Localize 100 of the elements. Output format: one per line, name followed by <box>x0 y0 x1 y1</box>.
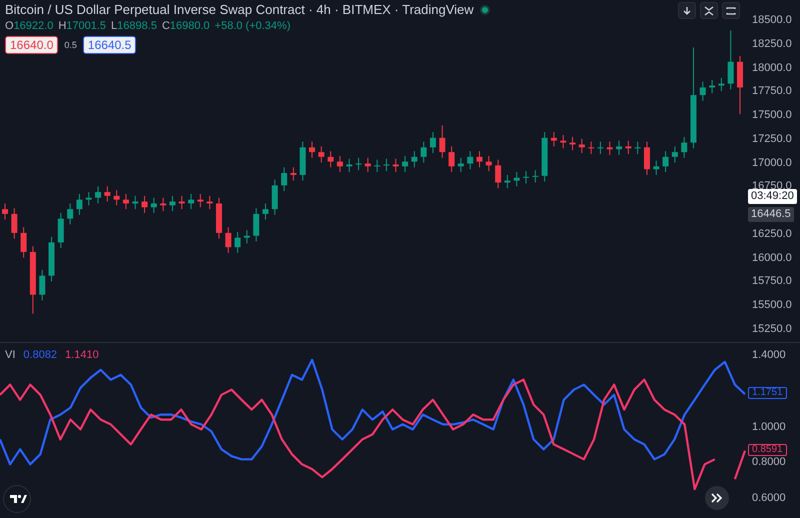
candle <box>644 141 650 176</box>
axis-label: 0.6000 <box>752 492 786 504</box>
candle <box>439 124 446 158</box>
candle <box>392 158 399 173</box>
axis-label: 0.8000 <box>752 456 786 468</box>
candle <box>328 150 334 168</box>
candle <box>709 79 716 94</box>
axis-label: 18000.0 <box>752 62 792 74</box>
scroll-button[interactable] <box>705 486 729 510</box>
candle <box>95 186 102 204</box>
candle <box>356 157 362 171</box>
candle <box>486 155 492 172</box>
ohlc-label: L <box>111 20 118 32</box>
candle <box>402 155 408 173</box>
candle <box>2 202 8 220</box>
candle <box>448 146 455 173</box>
logo-icon <box>3 485 31 513</box>
candle <box>420 141 427 164</box>
candle <box>532 170 538 184</box>
candle <box>662 150 669 173</box>
ohlc-value: 17001.5 <box>66 20 106 32</box>
candle <box>523 170 530 184</box>
candle <box>616 140 622 156</box>
price-label: 16446.5 <box>748 207 794 222</box>
sell-button[interactable]: 16640.0 <box>5 36 58 54</box>
axis-label: 17500.0 <box>752 109 792 122</box>
candle <box>58 212 64 249</box>
value-label: 1.1751 <box>748 387 787 400</box>
axis-label: 17250.0 <box>752 132 792 145</box>
candle <box>48 236 55 282</box>
ohlc-value: 16980.0 <box>170 20 210 32</box>
candle <box>150 197 157 214</box>
candle <box>197 193 204 208</box>
candle <box>467 150 474 170</box>
candle <box>76 193 82 216</box>
candle <box>216 197 222 240</box>
candle <box>653 160 660 176</box>
candle <box>430 132 436 154</box>
maximize-button[interactable] <box>722 2 740 19</box>
indicator-name: VI <box>5 349 16 361</box>
candle <box>336 155 343 173</box>
candle <box>206 195 213 210</box>
candle <box>67 202 74 225</box>
down-arrow-button[interactable] <box>678 2 696 19</box>
candle <box>318 146 324 164</box>
candle <box>114 190 120 206</box>
axis-label: 15750.0 <box>752 275 792 288</box>
value-label: 0.8591 <box>748 444 787 456</box>
indicator-value: 0.8082 <box>23 349 58 361</box>
candle <box>597 141 604 154</box>
axis-label: 18500.0 <box>752 14 792 26</box>
candle <box>86 192 92 206</box>
candle <box>244 230 250 244</box>
ohlc-label: H <box>58 20 66 32</box>
axis-label: 15500.0 <box>752 299 792 312</box>
candle <box>132 195 138 210</box>
candle <box>374 159 380 173</box>
candle <box>225 226 232 254</box>
candle <box>634 141 641 154</box>
candle <box>718 77 724 92</box>
ohlc-value: 16922.0 <box>14 20 54 32</box>
candle <box>290 166 296 182</box>
axis-label: 18250.0 <box>752 38 792 50</box>
axis-label: 16000.0 <box>752 252 792 264</box>
candle <box>570 136 576 151</box>
candle <box>253 208 260 242</box>
chart-title: Bitcoin / US Dollar Perpetual Inverse Swap Contract · 4h · BITMEX · TradingView <box>5 2 474 17</box>
down-arrow-icon <box>682 6 692 16</box>
candle <box>30 246 36 314</box>
change-value: +58.0 (+0.34%) <box>214 20 290 32</box>
candle <box>122 193 129 210</box>
axis-label: 16250.0 <box>752 228 792 240</box>
buy-button[interactable]: 16640.5 <box>82 36 136 54</box>
candle <box>104 186 110 202</box>
candle <box>364 157 371 173</box>
candle <box>672 146 678 164</box>
candle <box>300 141 306 182</box>
candle <box>476 150 482 168</box>
candle <box>309 141 316 158</box>
candle <box>178 195 185 210</box>
candle <box>411 150 418 168</box>
candle <box>272 179 278 216</box>
candle <box>542 132 548 182</box>
candle <box>281 166 288 192</box>
candle <box>495 159 502 189</box>
collapse-button[interactable] <box>700 2 718 19</box>
countdown-label: 03:49:20 <box>748 189 797 204</box>
axis-label: 1.0000 <box>752 420 786 432</box>
candle <box>728 30 734 90</box>
indicator-value: 1.1410 <box>65 349 99 361</box>
candle <box>262 202 268 220</box>
axis-label: 17000.0 <box>752 156 792 169</box>
candle <box>588 141 594 154</box>
candle <box>39 270 46 301</box>
candle <box>700 81 706 102</box>
ohlc-value: 16898.5 <box>117 20 157 32</box>
candle <box>578 138 585 154</box>
maximize-icon <box>726 6 736 16</box>
candle <box>504 174 510 189</box>
candle <box>20 226 27 258</box>
